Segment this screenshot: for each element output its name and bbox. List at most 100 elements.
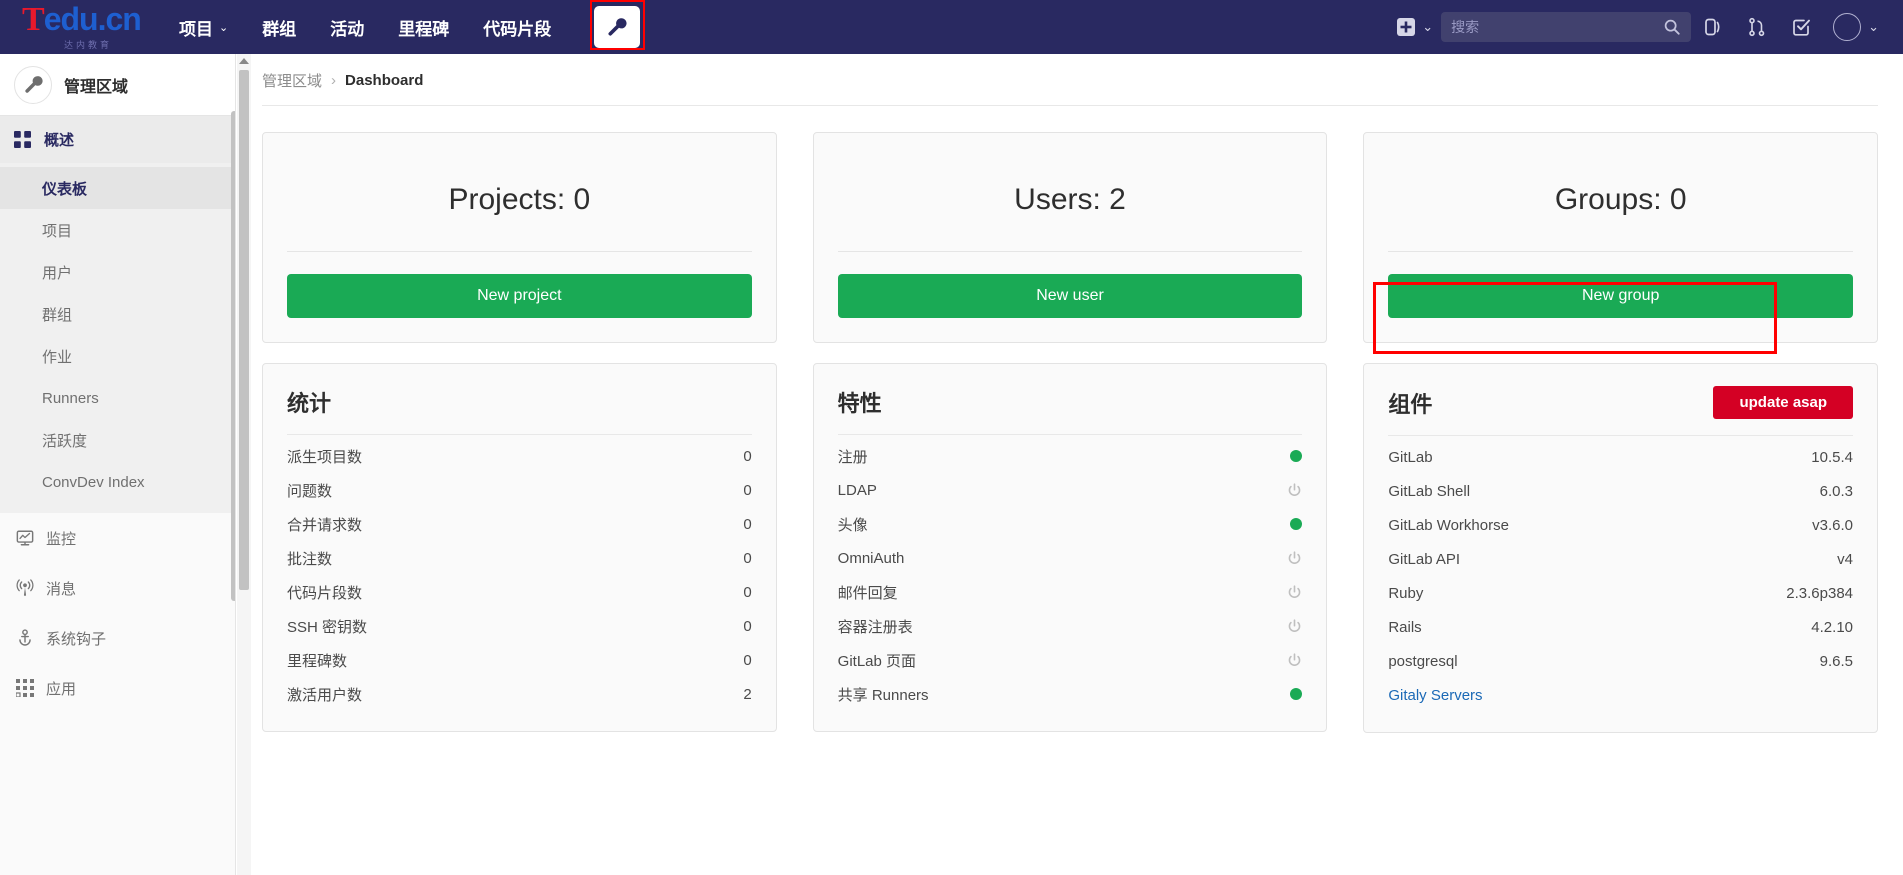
chevron-down-icon: ⌄	[219, 21, 229, 34]
nav-item-groups[interactable]: 群组	[262, 0, 296, 54]
card-divider	[837, 434, 1303, 435]
nav-item-snippets[interactable]: 代码片段	[483, 0, 551, 54]
card-divider	[287, 251, 752, 252]
stat-value: 0	[743, 481, 752, 499]
stat-label: 里程碑数	[287, 652, 348, 670]
sidebar-item-applications[interactable]: 应用	[0, 663, 235, 713]
card-divider	[1388, 435, 1854, 436]
table-row: 问题数 0	[287, 473, 752, 507]
sidebar-item-dashboard[interactable]: 仪表板	[0, 167, 235, 209]
table-row: 激活用户数 2	[287, 677, 752, 711]
sidebar-section-overview-label: 概述	[44, 132, 75, 149]
features-card: 特性 注册 LDAP 头像 OmniAuth 邮件回复 容器注册表 GitLab…	[812, 363, 1328, 732]
sidebar-item-monitoring[interactable]: 监控	[0, 513, 235, 563]
sidebar-item-groups[interactable]: 群组	[0, 293, 235, 335]
breadcrumb-separator-icon: ›	[331, 72, 337, 89]
broadcast-icon	[14, 579, 36, 597]
logo-wordmark: T edu.cn	[22, 3, 162, 37]
content-scrollbar-thumb[interactable]	[239, 70, 249, 590]
groups-card: Groups: 0 New group	[1363, 132, 1879, 343]
table-row: 里程碑数 0	[287, 643, 752, 677]
todos-icon[interactable]	[1779, 0, 1823, 54]
site-logo[interactable]: T edu.cn 达内教育	[22, 0, 162, 54]
statistics-title: 统计	[287, 391, 332, 416]
admin-area-tab[interactable]	[594, 6, 641, 48]
scroll-up-arrow-icon[interactable]	[239, 58, 249, 64]
status-disabled-power-icon	[1287, 482, 1302, 498]
status-enabled-icon	[1290, 450, 1303, 462]
issues-icon[interactable]	[1691, 0, 1735, 54]
nav-item-projects[interactable]: 项目 ⌄	[179, 0, 228, 54]
logo-letter-t: T	[22, 1, 45, 38]
component-label: Ruby	[1388, 584, 1424, 602]
sidebar-section-overview[interactable]: 概述	[0, 116, 235, 163]
status-disabled-power-icon	[1287, 652, 1302, 668]
sidebar-item-messages[interactable]: 消息	[0, 563, 235, 613]
stat-value: 0	[743, 583, 752, 601]
sidebar-title: 管理区域	[64, 78, 129, 96]
user-menu[interactable]: ⌄	[1833, 13, 1879, 41]
sidebar-item-jobs[interactable]: 作业	[0, 335, 235, 377]
sidebar-item-system-hooks[interactable]: 系统钩子	[0, 613, 235, 663]
new-user-button[interactable]: New user	[837, 274, 1303, 318]
new-project-button[interactable]: New project	[287, 274, 752, 318]
stat-label: 问题数	[287, 482, 333, 500]
grid-icon	[14, 131, 34, 148]
merge-requests-icon[interactable]	[1735, 0, 1779, 54]
sidebar-item-system-hooks-label: 系统钩子	[46, 630, 107, 648]
feature-label: OmniAuth	[837, 549, 905, 567]
table-row: GitLab 页面	[838, 643, 1303, 677]
chevron-down-icon: ⌄	[1868, 19, 1879, 34]
sidebar-item-users[interactable]: 用户	[0, 251, 235, 293]
search-input[interactable]	[1451, 19, 1652, 35]
gitaly-servers-link[interactable]: Gitaly Servers	[1388, 687, 1482, 704]
sidebar-item-runners[interactable]: Runners	[0, 377, 235, 419]
sidebar-scrollbar[interactable]	[231, 111, 235, 601]
stat-value: 0	[743, 549, 752, 567]
component-label: Rails	[1388, 618, 1422, 636]
status-disabled-power-icon	[1287, 550, 1302, 566]
table-row: SSH 密钥数 0	[287, 609, 752, 643]
sidebar-item-projects[interactable]: 项目	[0, 209, 235, 251]
stat-value: 2	[743, 685, 752, 703]
nav-item-activity[interactable]: 活动	[330, 0, 364, 54]
sidebar-item-applications-label: 应用	[46, 680, 77, 698]
table-row: postgresql 9.6.5	[1388, 644, 1853, 678]
new-item-dropdown[interactable]: ⌄	[1396, 17, 1433, 37]
component-version: 4.2.10	[1811, 618, 1854, 636]
groups-count-title: Groups: 0	[1554, 183, 1687, 216]
avatar	[1833, 13, 1862, 41]
card-divider	[837, 251, 1303, 252]
component-label: GitLab API	[1388, 550, 1461, 568]
component-version: v3.6.0	[1812, 516, 1854, 534]
breadcrumb-root[interactable]: 管理区域	[262, 70, 322, 91]
component-label: GitLab Workhorse	[1388, 516, 1509, 534]
stat-label: 激活用户数	[287, 686, 363, 704]
new-group-button[interactable]: New group	[1388, 274, 1854, 318]
sidebar-wrench-avatar	[14, 65, 52, 104]
stat-label: 合并请求数	[287, 516, 363, 534]
table-row: 容器注册表	[838, 609, 1303, 643]
sidebar-header[interactable]: 管理区域	[0, 54, 235, 116]
search-box[interactable]	[1441, 12, 1692, 42]
card-divider	[287, 434, 752, 435]
stat-value: 0	[743, 515, 752, 533]
feature-label: 容器注册表	[837, 618, 913, 636]
update-asap-badge[interactable]: update asap	[1713, 386, 1854, 419]
table-row: 派生项目数 0	[287, 439, 752, 473]
top-navigation-right-group: ⌄ 搜索 ⌄	[1396, 0, 1903, 54]
apps-icon	[14, 679, 36, 697]
content-scrollbar[interactable]	[237, 54, 251, 875]
statistics-card: 统计 派生项目数 0 问题数 0 合并请求数 0 批注数 0 代码片段数 0 S…	[262, 363, 777, 732]
users-card: Users: 2 New user	[812, 132, 1328, 343]
table-row: 头像	[838, 507, 1303, 541]
wrench-icon	[608, 18, 627, 36]
breadcrumb-current: Dashboard	[345, 72, 424, 89]
sidebar-item-convdev-index[interactable]: ConvDev Index	[0, 461, 235, 503]
stat-label: 代码片段数	[287, 584, 363, 602]
nav-item-milestones[interactable]: 里程碑	[398, 0, 449, 54]
components-header: 组件 update asap	[1388, 386, 1854, 419]
main-content: 管理区域 › Dashboard Projects: 0 New project…	[237, 54, 1903, 875]
component-version: 10.5.4	[1811, 448, 1854, 466]
sidebar-item-activity[interactable]: 活跃度	[0, 419, 235, 461]
